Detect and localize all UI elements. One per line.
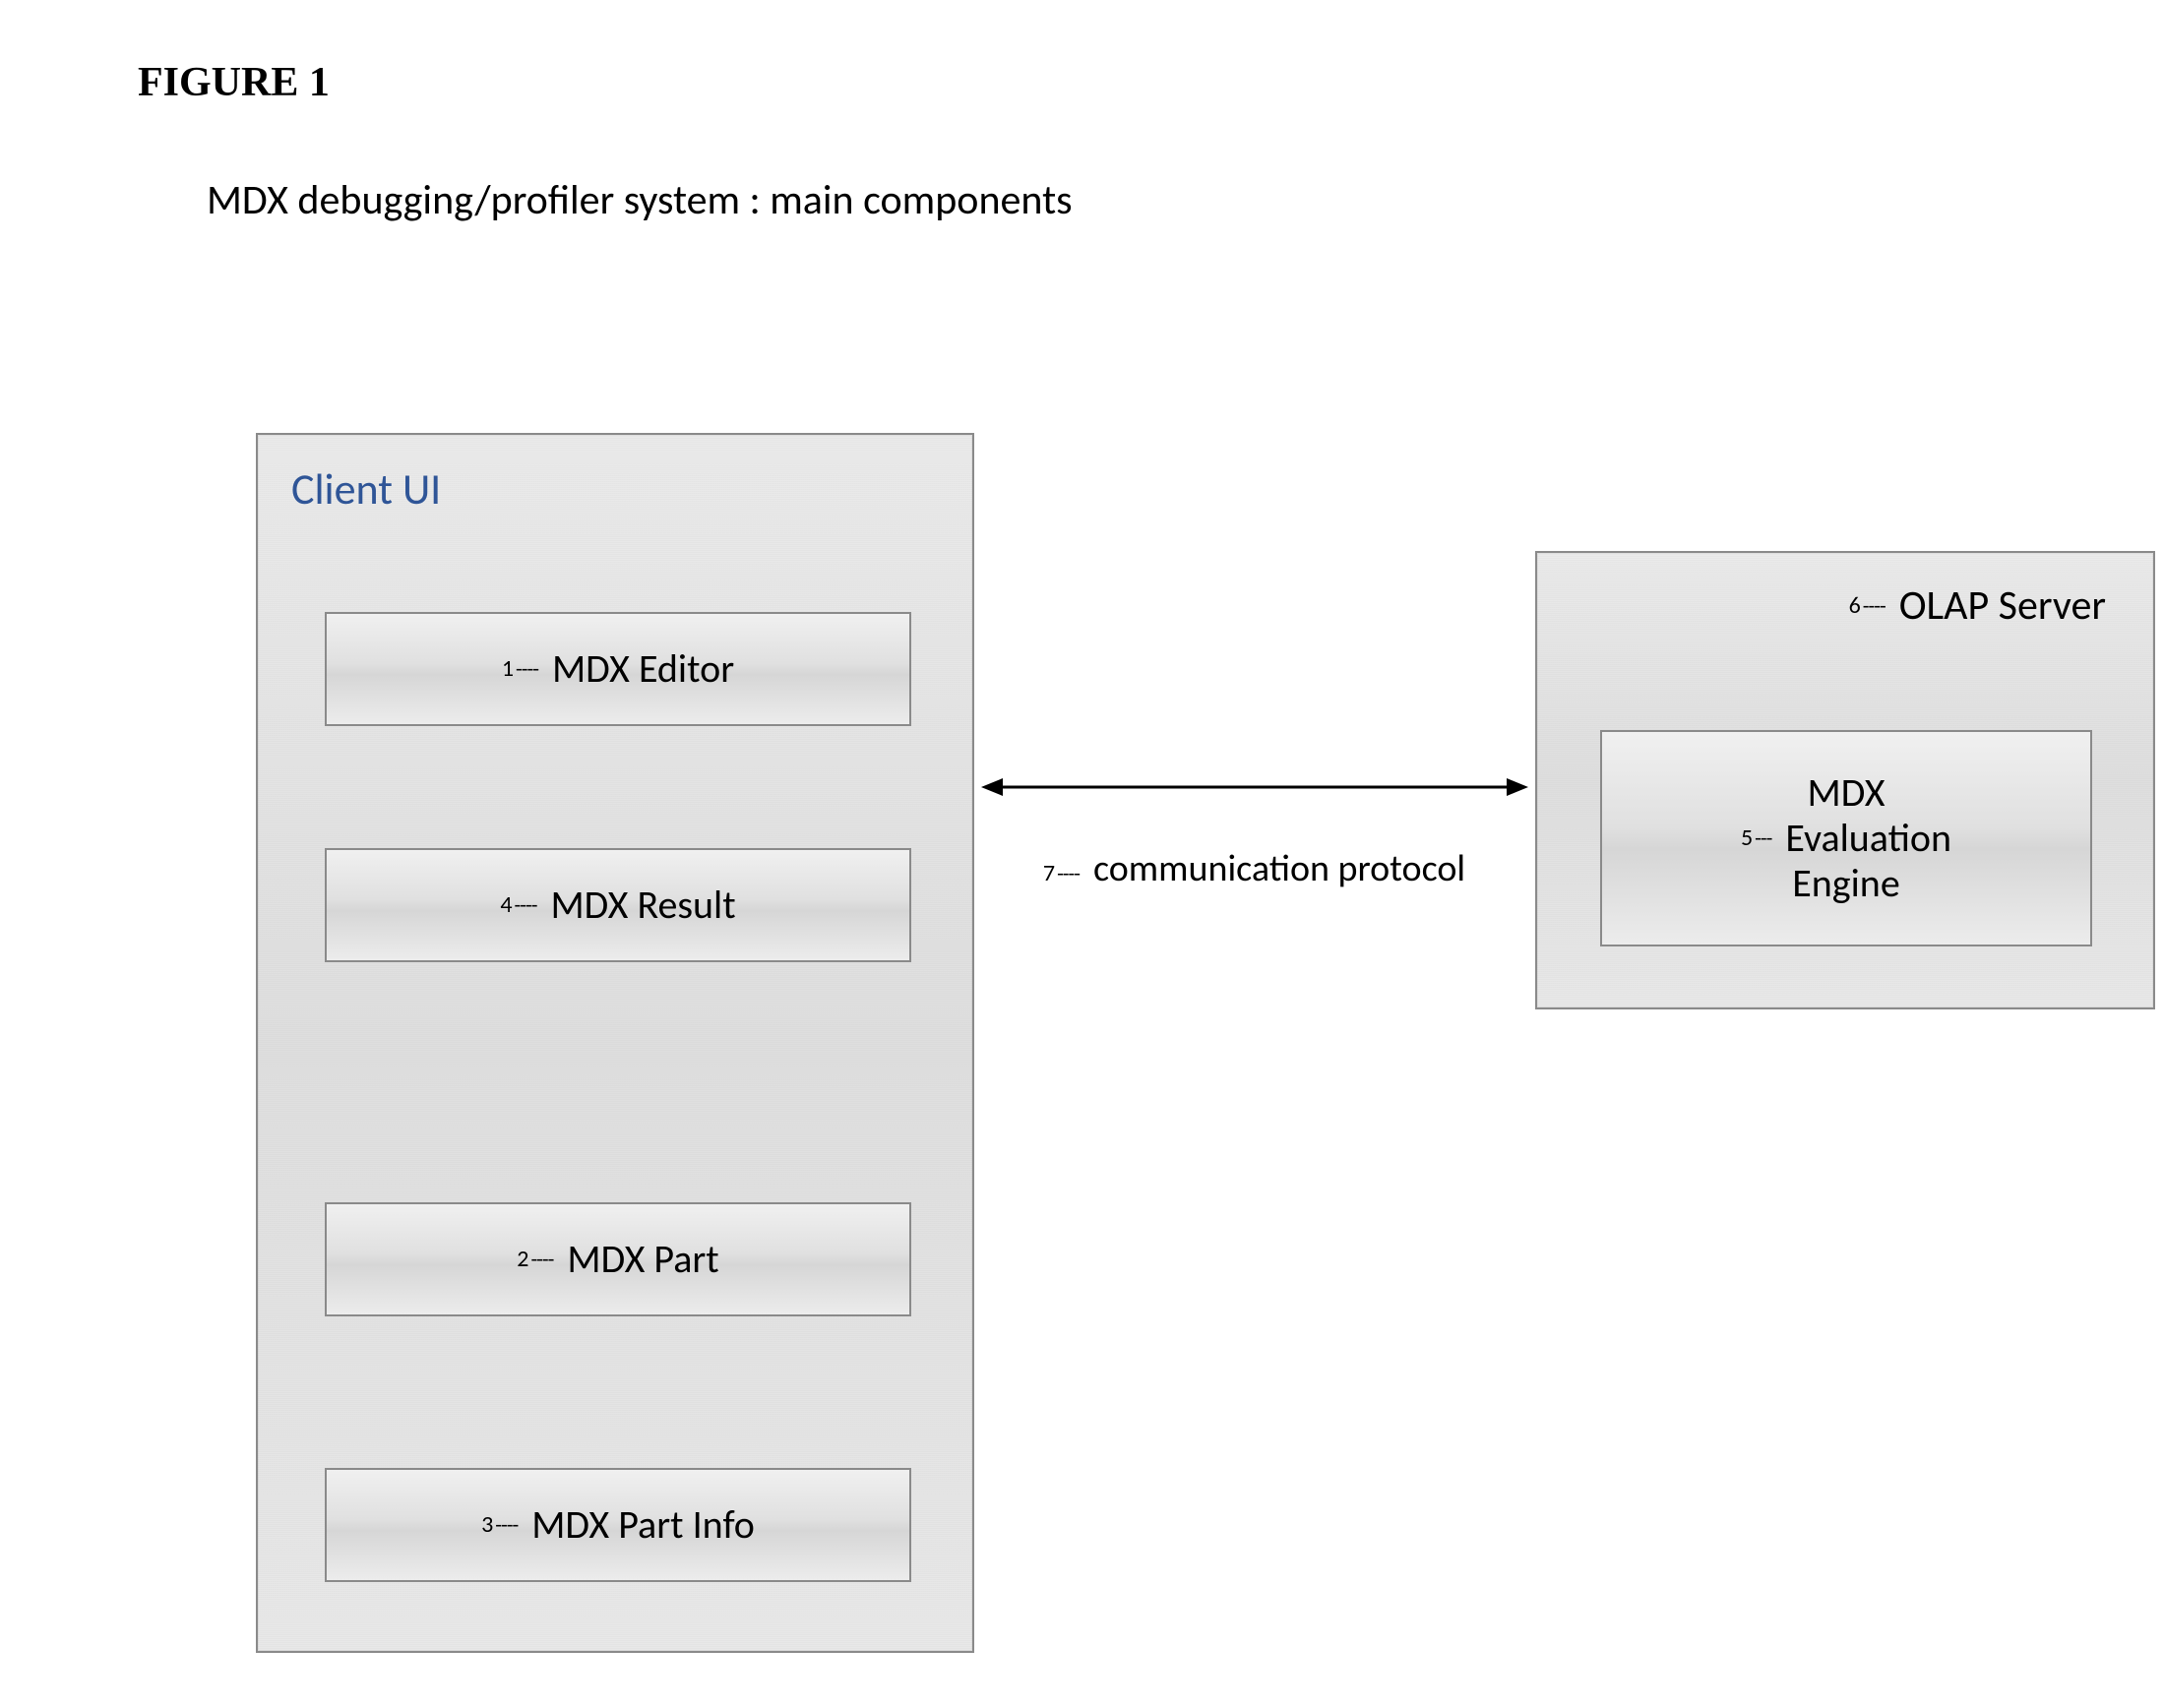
- ref-marker-1: 1 ----: [502, 655, 542, 683]
- box-mdx-editor-label: MDX Editor: [552, 646, 734, 692]
- panel-olap-server: 6 ---- OLAP Server MDX 5 --- Evaluation …: [1535, 551, 2155, 1009]
- engine-line-1: MDX: [1808, 770, 1886, 816]
- double-arrow-icon: [979, 767, 1530, 807]
- ref-marker-5: 5 ---: [1741, 824, 1775, 852]
- panel-client-ui: Client UI 1 ---- MDX Editor 4 ---- MDX: [256, 433, 974, 1653]
- ref-marker-7: 7 ----: [1043, 859, 1083, 887]
- box-mdx-evaluation-engine: MDX 5 --- Evaluation Engine: [1600, 730, 2092, 946]
- ref-marker-2: 2 ----: [517, 1246, 557, 1273]
- box-mdx-result-label: MDX Result: [550, 883, 735, 928]
- engine-line-3: Engine: [1792, 861, 1899, 906]
- box-mdx-editor: 1 ---- MDX Editor: [325, 612, 911, 726]
- ref-marker-4: 4 ----: [500, 891, 540, 919]
- diagram-container: Client UI 1 ---- MDX Editor 4 ---- MDX: [0, 0, 2164, 1708]
- panel-olap-server-title: OLAP Server: [1899, 580, 2106, 631]
- box-mdx-part: 2 ---- MDX Part: [325, 1202, 911, 1316]
- ref-marker-3: 3 ----: [481, 1511, 522, 1539]
- engine-line-2: Evaluation: [1785, 816, 1951, 861]
- box-mdx-part-info-label: MDX Part Info: [531, 1502, 755, 1548]
- panel-client-ui-title: Client UI: [258, 435, 972, 516]
- box-mdx-result: 4 ---- MDX Result: [325, 848, 911, 962]
- ref-marker-6: 6 ----: [1849, 591, 1889, 620]
- box-mdx-part-label: MDX Part: [567, 1237, 718, 1282]
- communication-block: 7 ---- communication protocol: [976, 767, 1532, 891]
- communication-label: communication protocol: [1093, 846, 1465, 891]
- box-mdx-part-info: 3 ---- MDX Part Info: [325, 1468, 911, 1582]
